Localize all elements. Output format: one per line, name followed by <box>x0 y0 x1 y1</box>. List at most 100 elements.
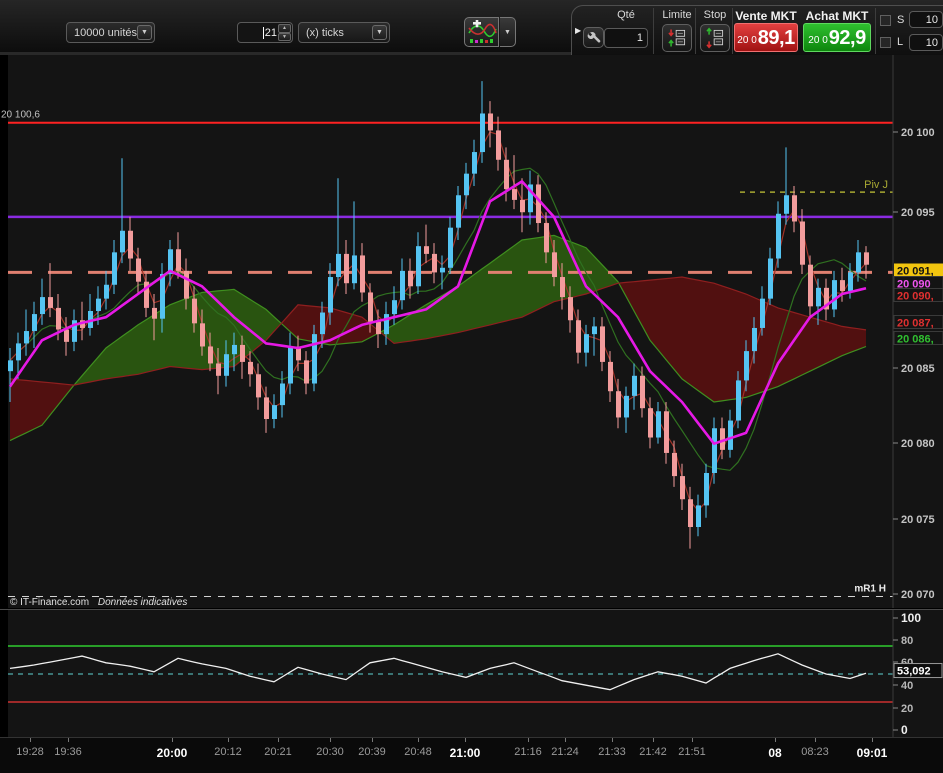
time-tick <box>465 738 466 742</box>
time-axis[interactable]: 19:28 19:36 20:00 20:12 20:21 20:30 20:39 20:48… <box>0 737 943 773</box>
candle-body <box>616 391 621 418</box>
price-axis-label: 20 095 <box>901 207 935 219</box>
rsi-axis-label: 40 <box>901 680 913 692</box>
candle-body <box>48 297 53 308</box>
candle-body <box>24 331 29 344</box>
candle-body <box>200 323 205 347</box>
candle-body <box>184 270 189 299</box>
candle-body <box>344 253 349 284</box>
rsi-axis-label: 100 <box>901 611 921 625</box>
candle-body <box>640 375 645 409</box>
buy-market-button[interactable]: 20 0 92,9 <box>803 23 871 52</box>
candle-body <box>408 270 413 287</box>
candle-body <box>488 113 493 131</box>
price-badge-text: 20 086, <box>897 334 934 346</box>
candle-body <box>304 360 309 384</box>
qty-value: 1 <box>636 32 643 44</box>
chevron-down-icon[interactable]: ▼ <box>137 25 152 40</box>
units-select[interactable]: 10000 unités ▼ <box>66 22 155 43</box>
chevron-down-icon[interactable]: ▼ <box>372 25 387 40</box>
sell-price: 89,1 <box>757 27 795 49</box>
time-tick <box>278 738 279 742</box>
time-tick <box>872 738 873 742</box>
time-label: 20:12 <box>214 746 242 758</box>
candle-body <box>240 344 245 362</box>
stop-letter: S <box>897 14 905 26</box>
candle-body <box>32 314 37 332</box>
spin-up-button[interactable]: ▲ <box>278 24 291 33</box>
candle-body <box>704 473 709 506</box>
time-label: 20:48 <box>404 746 432 758</box>
stop-checkbox[interactable] <box>880 15 891 26</box>
candle-body <box>120 230 125 253</box>
price-chart[interactable]: 20 100 20 095 20 085 20 080 20 075 20 070 20 1… <box>0 55 943 608</box>
rsi-axis-label: 20 <box>901 703 913 715</box>
stop-order-button[interactable] <box>700 24 730 52</box>
candle-body <box>464 173 469 196</box>
qty-input[interactable]: 1 <box>604 28 648 48</box>
limit-distance-input[interactable]: 10 <box>909 34 943 51</box>
time-label: 20:39 <box>358 746 386 758</box>
stop-distance-input[interactable]: 10 <box>909 11 943 28</box>
candle-body <box>360 255 365 293</box>
candle-body <box>256 374 261 398</box>
candle-body <box>744 351 749 381</box>
time-label: 09:01 <box>856 746 888 760</box>
time-tick <box>815 738 816 742</box>
candle-body <box>648 408 653 438</box>
candle-body <box>808 264 813 307</box>
price-axis-label: 20 085 <box>901 363 935 375</box>
time-tick <box>565 738 566 742</box>
candle-body <box>768 258 773 299</box>
divider <box>875 8 876 54</box>
units-value: 10000 unités <box>74 26 137 39</box>
stop-order-icon <box>706 27 724 49</box>
time-tick <box>692 738 693 742</box>
collapse-arrow-icon[interactable]: ▶ <box>575 26 581 35</box>
limit-letter: L <box>897 36 904 48</box>
candle-body <box>328 277 333 313</box>
candle-body <box>560 277 565 298</box>
candle-body <box>40 297 45 315</box>
candle-body <box>368 292 373 322</box>
time-label: 08 <box>768 746 782 760</box>
buy-price-prefix: 20 0 <box>808 35 828 46</box>
candle-body <box>440 267 445 273</box>
spin-down-button[interactable]: ▼ <box>278 32 291 41</box>
time-label: 20:21 <box>264 746 292 758</box>
ticks-unit-select[interactable]: (x) ticks ▼ <box>298 22 390 43</box>
candle-body <box>664 411 669 453</box>
candle-body <box>832 280 837 310</box>
candle-body <box>64 329 69 342</box>
chart-style-button[interactable] <box>464 17 499 47</box>
ticks-count-input[interactable]: 21 ▲ ▼ <box>237 22 293 43</box>
candle-body <box>760 298 765 328</box>
limit-checkbox[interactable] <box>880 37 891 48</box>
candle-body <box>320 312 325 335</box>
order-settings-button[interactable] <box>583 27 604 48</box>
ticks-count-value: 21 <box>264 26 277 39</box>
candle-body <box>792 195 797 222</box>
price-badge-text: 20 091, <box>897 266 934 278</box>
price-axis-label: 20 070 <box>901 589 935 601</box>
candle-body <box>848 272 853 291</box>
candle-body <box>208 346 213 364</box>
candle-body <box>400 270 405 301</box>
candle-body <box>8 360 13 372</box>
limit-order-button[interactable] <box>662 24 692 52</box>
time-tick <box>372 738 373 742</box>
chart-style-icon <box>467 20 497 43</box>
candle-body <box>728 420 733 450</box>
candle-body <box>752 327 757 352</box>
rsi-panel[interactable]: 100 80 60 40 20 0 53,092 <box>0 610 943 737</box>
candle-body <box>480 113 485 153</box>
time-label: 21:33 <box>598 746 626 758</box>
sell-market-button[interactable]: 20 0 89,1 <box>734 23 798 52</box>
candle-body <box>152 307 157 319</box>
time-tick <box>330 738 331 742</box>
rsi-svg: 10080604020053,092 <box>8 610 943 737</box>
candle-body <box>584 334 589 353</box>
chart-style-dropdown[interactable]: ▼ <box>500 17 516 47</box>
candle-body <box>816 287 821 307</box>
candle-body <box>840 280 845 291</box>
